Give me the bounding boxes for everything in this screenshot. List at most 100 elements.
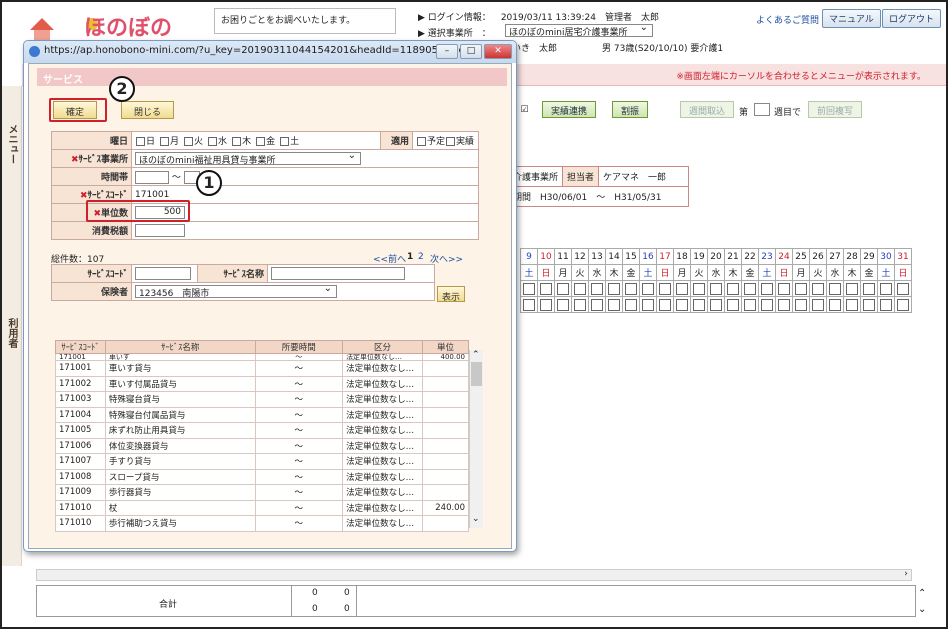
calendar-cell[interactable] (843, 296, 861, 313)
calendar-checkbox[interactable] (540, 298, 552, 311)
calendar-checkbox[interactable] (642, 298, 654, 311)
calendar-cell[interactable] (639, 280, 657, 297)
dow-checkbox[interactable] (256, 137, 266, 146)
calendar-cell[interactable] (707, 280, 725, 297)
calendar-checkbox[interactable] (778, 298, 790, 311)
calendar-cell[interactable] (877, 280, 895, 297)
horizontal-scrollbar[interactable] (36, 569, 912, 581)
calendar-cell[interactable] (673, 280, 691, 297)
page-1[interactable]: 1 (407, 252, 413, 262)
table-row[interactable]: 171008 スロープ貸与〜法定単位数なし… (55, 468, 469, 485)
calendar-cell[interactable] (877, 296, 895, 313)
list-column-header[interactable]: ｻｰﾋﾞｽ名称 (104, 340, 256, 354)
calendar-cell[interactable] (843, 280, 861, 297)
calendar-checkbox[interactable] (523, 298, 535, 311)
table-row[interactable]: 171010 歩行補助つえ貸与〜法定単位数なし… (55, 515, 469, 532)
calendar-cell[interactable] (605, 280, 623, 297)
calendar-checkbox[interactable] (693, 282, 705, 295)
calendar-cell[interactable] (894, 296, 912, 313)
calendar-cell[interactable] (707, 296, 725, 313)
week-fetch-button[interactable]: 週間取込 (680, 101, 735, 118)
search-name-input[interactable] (271, 267, 405, 280)
page-2-link[interactable]: 2 (418, 252, 424, 262)
calendar-checkbox[interactable] (591, 282, 603, 295)
help-search-box[interactable]: お困りごとをお調べいたします。 (214, 8, 396, 34)
calendar-cell[interactable] (520, 280, 538, 297)
calendar-checkbox[interactable] (880, 282, 892, 295)
calendar-checkbox[interactable] (829, 282, 841, 295)
calendar-checkbox[interactable] (795, 282, 807, 295)
scroll-down-icon[interactable]: ⌄ (918, 604, 926, 615)
office-select[interactable]: ほのぼのmini居宅介護事業所 (505, 22, 653, 38)
calendar-checkbox[interactable] (812, 298, 824, 311)
calendar-checkbox[interactable] (778, 282, 790, 295)
list-column-header[interactable]: 区分 (342, 340, 424, 354)
calendar-cell[interactable] (826, 296, 844, 313)
calendar-cell[interactable] (894, 280, 912, 297)
week-number-input[interactable] (754, 103, 770, 116)
calendar-cell[interactable] (792, 280, 810, 297)
calendar-checkbox[interactable] (727, 298, 739, 311)
calendar-cell[interactable] (775, 280, 793, 297)
close-button[interactable]: 閉じる (121, 101, 175, 119)
calendar-checkbox[interactable] (693, 298, 705, 311)
calendar-checkbox[interactable] (880, 298, 892, 311)
calendar-checkbox[interactable] (557, 298, 569, 311)
manual-button[interactable]: マニュアル (822, 9, 881, 28)
calendar-checkbox[interactable] (608, 298, 620, 311)
list-column-header[interactable]: ｻｰﾋﾞｽｺｰﾄﾞ (55, 340, 106, 354)
dow-checkbox[interactable] (160, 137, 170, 146)
calendar-checkbox[interactable] (727, 282, 739, 295)
apply-actual-checkbox[interactable] (446, 137, 456, 146)
calendar-cell[interactable] (758, 296, 776, 313)
calendar-cell[interactable] (860, 280, 878, 297)
logout-button[interactable]: ログアウト (882, 9, 942, 28)
table-row[interactable]: 171001 車いす〜法定単位数なし… 400.00 (55, 353, 469, 361)
table-row[interactable]: 171002 車いす付属品貸与〜法定単位数なし… (55, 375, 469, 392)
calendar-cell[interactable] (554, 296, 572, 313)
calendar-checkbox[interactable] (523, 282, 535, 295)
calendar-checkbox[interactable] (897, 282, 909, 295)
calendar-checkbox[interactable] (795, 298, 807, 311)
sidebar-menu-label[interactable]: メニュー (4, 124, 19, 164)
calendar-checkbox[interactable] (659, 282, 671, 295)
calendar-cell[interactable] (758, 280, 776, 297)
list-column-header[interactable]: 所要時間 (254, 340, 344, 354)
calendar-cell[interactable] (622, 296, 640, 313)
calendar-checkbox[interactable] (710, 298, 722, 311)
faq-link[interactable]: よくあるご質問 (756, 13, 819, 26)
calendar-cell[interactable] (588, 280, 606, 297)
calendar-cell[interactable] (724, 296, 742, 313)
time-start-input[interactable] (135, 170, 169, 184)
calendar-cell[interactable] (673, 296, 691, 313)
calendar-cell[interactable] (639, 296, 657, 313)
calendar-checkbox[interactable] (625, 282, 637, 295)
calendar-cell[interactable] (537, 296, 555, 313)
sidebar-user-label[interactable]: 利用者 (4, 318, 19, 348)
calendar-checkbox[interactable] (897, 298, 909, 311)
calendar-cell[interactable] (520, 296, 538, 313)
minimize-icon[interactable]: – (436, 44, 458, 59)
calendar-checkbox[interactable] (863, 282, 875, 295)
table-row[interactable]: 171005 床ずれ防止用具貸与〜法定単位数なし… (55, 422, 469, 439)
calendar-checkbox[interactable] (557, 282, 569, 295)
calendar-checkbox[interactable] (846, 298, 858, 311)
maximize-icon[interactable]: □ (460, 44, 482, 59)
calendar-cell[interactable] (724, 280, 742, 297)
dow-checkbox[interactable] (280, 137, 290, 146)
calendar-cell[interactable] (860, 296, 878, 313)
search-code-input[interactable] (135, 267, 191, 280)
list-scroll-thumb[interactable] (471, 362, 482, 386)
calendar-cell[interactable] (588, 296, 606, 313)
sidebar[interactable]: メニュー 利用者 (0, 86, 22, 566)
calendar-cell[interactable] (792, 296, 810, 313)
calendar-cell[interactable] (656, 296, 674, 313)
table-row[interactable]: 171006 体位変換器貸与〜法定単位数なし… (55, 437, 469, 454)
calendar-cell[interactable] (571, 280, 589, 297)
table-row[interactable]: 171009 歩行器貸与〜法定単位数なし… (55, 484, 469, 501)
service-office-select[interactable]: ほのぼのmini福祉用具貸与事業所 (135, 150, 361, 166)
calendar-cell[interactable] (775, 296, 793, 313)
calendar-checkbox[interactable] (574, 282, 586, 295)
dow-checkbox[interactable] (208, 137, 218, 146)
dow-checkbox[interactable] (136, 137, 145, 146)
